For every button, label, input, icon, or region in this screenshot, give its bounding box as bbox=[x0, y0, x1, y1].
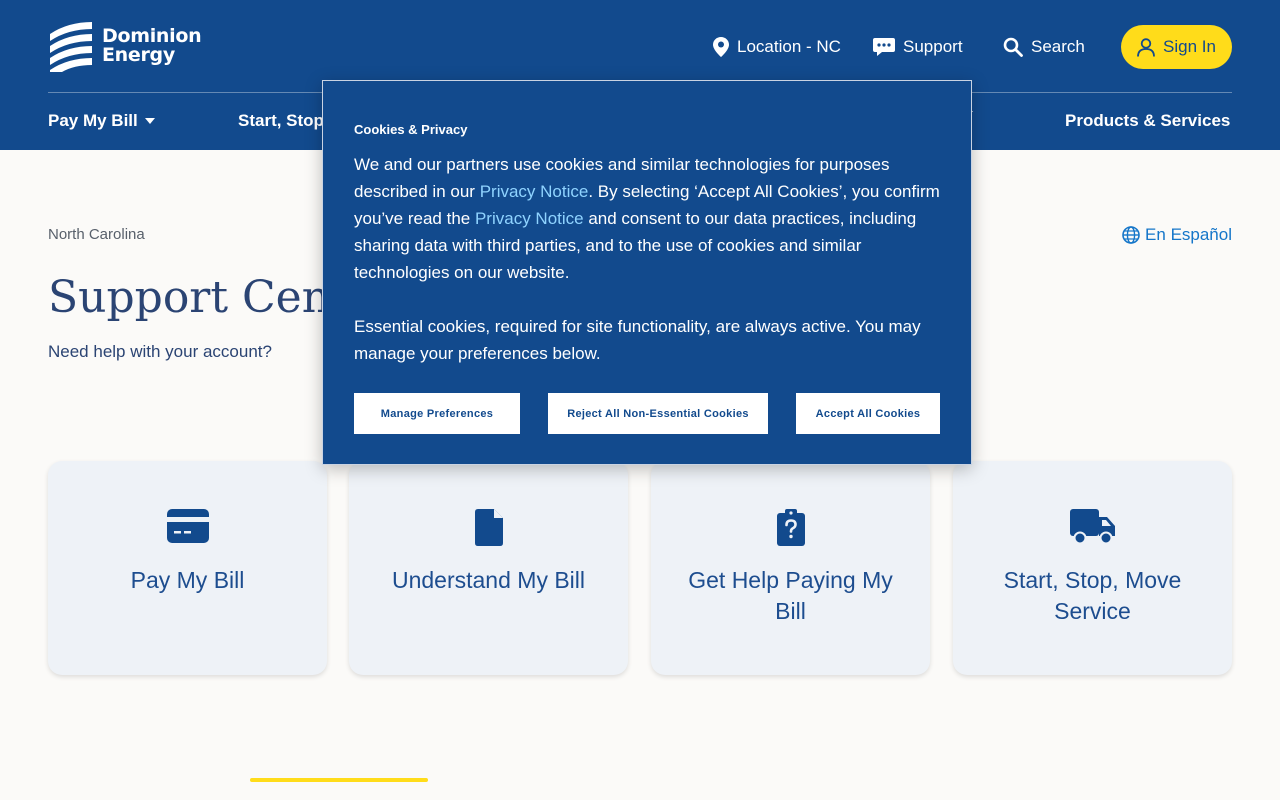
privacy-notice-link-2[interactable]: Privacy Notice bbox=[475, 209, 584, 228]
page-title: Support Cen bbox=[48, 272, 331, 323]
map-pin-icon bbox=[713, 37, 729, 57]
truck-icon bbox=[1069, 509, 1115, 545]
nav-products-services[interactable]: Products & Services bbox=[1065, 111, 1230, 131]
card-label: Start, Stop, Move Service bbox=[1003, 567, 1182, 624]
reject-non-essential-button[interactable]: Reject All Non-Essential Cookies bbox=[548, 393, 768, 434]
breadcrumb: North Carolina bbox=[48, 226, 145, 243]
chat-bubble-icon bbox=[873, 37, 895, 56]
nav-pay-my-bill[interactable]: Pay My Bill bbox=[48, 111, 155, 131]
logo-text: Dominion Energy bbox=[102, 27, 202, 66]
credit-card-icon bbox=[166, 509, 209, 543]
nav-label: Products & Services bbox=[1065, 111, 1231, 130]
card-start-stop-move[interactable]: Start, Stop, Move Service bbox=[953, 461, 1232, 675]
logo-stripes-icon bbox=[50, 22, 92, 72]
cookie-description: We and our partners use cookies and simi… bbox=[354, 151, 949, 286]
language-label: En Español bbox=[1145, 225, 1232, 244]
cookie-consent-dialog: Cookies & Privacy We and our partners us… bbox=[322, 80, 972, 465]
document-icon bbox=[474, 509, 503, 546]
nav-label: Pay My Bill bbox=[48, 111, 138, 130]
clipboard-question-icon bbox=[776, 509, 805, 546]
dominion-energy-logo[interactable]: Dominion Energy bbox=[48, 20, 202, 72]
search-link[interactable]: Search bbox=[1003, 25, 1085, 69]
manage-preferences-button[interactable]: Manage Preferences bbox=[354, 393, 520, 434]
globe-icon bbox=[1122, 226, 1140, 244]
support-label: Support bbox=[903, 37, 963, 56]
support-link[interactable]: Support bbox=[873, 25, 963, 69]
accept-all-cookies-button[interactable]: Accept All Cookies bbox=[796, 393, 940, 434]
privacy-notice-link[interactable]: Privacy Notice bbox=[480, 182, 589, 201]
cookie-dialog-title: Cookies & Privacy bbox=[354, 122, 468, 137]
page-subtitle: Need help with your account? bbox=[48, 342, 272, 361]
card-pay-my-bill[interactable]: Pay My Bill bbox=[48, 461, 327, 675]
card-label: Understand My Bill bbox=[391, 567, 586, 593]
caret-down-icon bbox=[144, 118, 155, 124]
nav-start-stop[interactable]: Start, Stop bbox=[238, 111, 324, 131]
logo-line-2: Energy bbox=[102, 44, 175, 66]
tab-active-indicator bbox=[250, 778, 428, 782]
location-label: Location - NC bbox=[737, 37, 841, 56]
language-toggle-link[interactable]: En Español bbox=[1122, 225, 1232, 245]
nav-label: Start, Stop bbox=[238, 111, 324, 130]
card-label: Get Help Paying My Bill bbox=[688, 567, 893, 624]
card-understand-my-bill[interactable]: Understand My Bill bbox=[349, 461, 628, 675]
location-link[interactable]: Location - NC bbox=[713, 25, 841, 69]
user-icon bbox=[1137, 37, 1155, 57]
sign-in-button[interactable]: Sign In bbox=[1121, 25, 1232, 69]
cookie-essential-text: Essential cookies, required for site fun… bbox=[354, 317, 921, 363]
sign-in-label: Sign In bbox=[1163, 37, 1216, 56]
search-icon bbox=[1003, 37, 1023, 57]
card-get-help-paying[interactable]: Get Help Paying My Bill bbox=[651, 461, 930, 675]
search-label: Search bbox=[1031, 37, 1085, 56]
card-label: Pay My Bill bbox=[130, 567, 245, 593]
